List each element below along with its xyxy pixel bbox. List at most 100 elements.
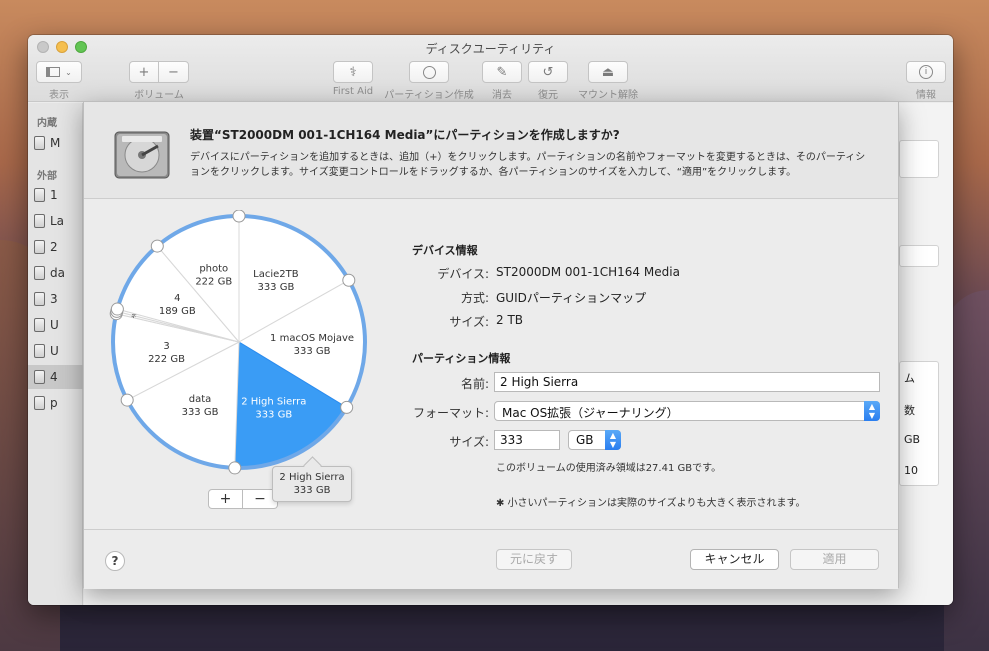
device-label: デバイス:	[437, 267, 489, 281]
hard-drive-icon	[114, 131, 170, 179]
pie-slice-size: 333 GB	[294, 346, 331, 357]
help-button[interactable]: ?	[105, 551, 125, 571]
sidebar-icon	[46, 67, 61, 77]
background-disk-box	[899, 140, 939, 178]
sidebar-item[interactable]: U	[28, 313, 83, 337]
erase-label: 消去	[492, 90, 512, 101]
volume-label: ボリューム	[134, 90, 184, 101]
sidebar-item[interactable]: 3	[28, 287, 83, 311]
sidebar-item-selected[interactable]: 4	[28, 365, 83, 389]
pie-slice-size: 333 GB	[257, 282, 294, 293]
info-button[interactable]: i	[906, 61, 946, 83]
description-line: デバイスにパーティションを追加するときは、追加（+）をクリックします。パーティシ…	[190, 152, 866, 163]
partition-label: パーティション作成	[384, 90, 474, 101]
unmount-button[interactable]: ⏏	[588, 61, 628, 83]
pie-slice-name: 3	[163, 341, 169, 352]
pie-slice-name: Lacie2TB	[253, 269, 299, 280]
bg-fragment: ム	[904, 372, 915, 385]
disk-icon	[34, 396, 45, 410]
disk-icon	[34, 188, 45, 202]
titlebar: ディスクユーティリティ ⌄ 表示 + − ボリューム ⚕ First Aid パ…	[28, 35, 953, 102]
partition-button[interactable]	[409, 61, 449, 83]
device-value: ST2000DM 001-1CH164 Media	[496, 265, 680, 279]
partition-name-field[interactable]: 2 High Sierra	[494, 372, 880, 392]
sidebar-item-label: da	[50, 266, 65, 280]
add-partition-button[interactable]: +	[208, 489, 243, 509]
first-aid-label: First Aid	[332, 86, 374, 97]
size-unit-popup[interactable]: GB ▲ ▼	[568, 430, 621, 450]
window-title: ディスクユーティリティ	[425, 42, 556, 56]
sheet-header: 装置“ST2000DM 001-1CH164 Media”にパーティションを作成…	[84, 102, 898, 199]
partition-info-header: パーティション情報	[412, 352, 511, 365]
first-aid-button[interactable]: ⚕	[333, 61, 373, 83]
unmount-label: マウント解除	[578, 90, 638, 101]
sidebar-header-internal: 内蔵	[37, 118, 57, 129]
disk-icon	[34, 240, 45, 254]
sidebar-item-label: 3	[50, 292, 58, 306]
view-button[interactable]: ⌄	[36, 61, 82, 83]
resize-handle[interactable]	[110, 302, 124, 316]
resize-handle[interactable]	[232, 209, 246, 223]
disk-icon	[34, 214, 45, 228]
sidebar-item[interactable]: 2	[28, 235, 83, 259]
updown-arrows-icon: ▲ ▼	[605, 430, 621, 450]
erase-icon: ✎	[496, 64, 508, 80]
pie-slice-size: 333 GB	[182, 407, 219, 418]
bg-fragment: 数	[904, 404, 915, 417]
background-field	[899, 245, 939, 267]
bg-fragment: GB	[904, 433, 921, 446]
cancel-button[interactable]: キャンセル	[690, 549, 779, 570]
resize-handle[interactable]	[150, 239, 164, 253]
sidebar-item[interactable]: da	[28, 261, 83, 285]
disk-icon	[34, 292, 45, 306]
sidebar-item-label: U	[50, 344, 59, 358]
sidebar-item-label: 1	[50, 188, 58, 202]
pie-slice-name: 2 High Sierra	[241, 396, 306, 407]
remove-volume-button[interactable]: −	[158, 61, 189, 83]
info-label: 情報	[916, 90, 936, 101]
pie-slice-name: 1 macOS Mojave	[270, 333, 354, 344]
pie-add-remove: + −	[208, 489, 278, 509]
used-space-note: このボリュームの使用済み領域は27.41 GBです。	[496, 463, 722, 474]
disk-icon	[34, 318, 45, 332]
partition-size-field[interactable]: 333	[494, 430, 560, 450]
apply-button[interactable]: 適用	[790, 549, 879, 570]
sidebar-item-label: p	[50, 396, 58, 410]
resize-handle[interactable]	[228, 461, 242, 475]
sidebar-item[interactable]: U	[28, 339, 83, 363]
disk-icon	[34, 370, 45, 384]
sidebar-item-label: U	[50, 318, 59, 332]
format-popup-value: Mac OS拡張（ジャーナリング）	[502, 406, 679, 420]
description-line: ョンをクリックします。サイズ変更コントロールをドラッグするか、各パーティションの…	[190, 167, 797, 178]
pie-slice-name: photo	[199, 263, 228, 274]
format-popup[interactable]: Mac OS拡張（ジャーナリング） ▲ ▼	[494, 401, 880, 421]
updown-arrows-icon: ▲ ▼	[864, 401, 880, 421]
scheme-label: 方式:	[460, 291, 489, 305]
add-volume-button[interactable]: +	[129, 61, 159, 83]
partition-sheet: 装置“ST2000DM 001-1CH164 Media”にパーティションを作成…	[83, 101, 899, 589]
size-unit-value: GB	[576, 433, 594, 447]
view-label: 表示	[49, 90, 69, 101]
pie-slice-size: 333 GB	[255, 409, 292, 420]
bg-fragment: 10	[904, 464, 918, 477]
pie-slice-size: 189 GB	[159, 306, 196, 317]
sidebar-item[interactable]: 1	[28, 183, 83, 207]
restore-button[interactable]: ↺	[528, 61, 568, 83]
restore-icon: ↺	[542, 64, 554, 80]
erase-button[interactable]: ✎	[482, 61, 522, 83]
sidebar: 内蔵 M 外部 1 La 2 da 3 U U 4 p	[28, 103, 83, 605]
background-info-panel: ム 数 GB 10	[899, 361, 939, 486]
resize-handle[interactable]	[120, 393, 134, 407]
sidebar-item-label: La	[50, 214, 65, 228]
sidebar-item[interactable]: La	[28, 209, 83, 233]
device-size-label: サイズ:	[449, 315, 489, 329]
sheet-footer: ? 元に戻す キャンセル 適用	[84, 529, 898, 589]
sidebar-item[interactable]: M	[28, 131, 83, 155]
sidebar-item[interactable]: p	[28, 391, 83, 415]
device-info-header: デバイス情報	[412, 244, 478, 257]
revert-button[interactable]: 元に戻す	[496, 549, 572, 570]
pie-slice-size: 222 GB	[148, 354, 185, 365]
internal-disk-icon	[34, 136, 45, 150]
tooltip-name: 2 High Sierra	[279, 472, 345, 483]
eject-icon: ⏏	[601, 64, 615, 80]
